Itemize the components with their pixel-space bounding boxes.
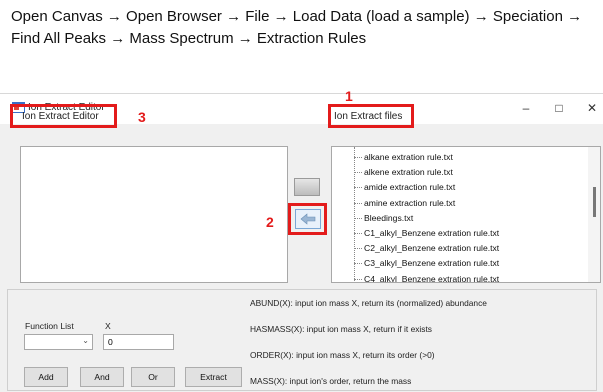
extract-button[interactable]: Extract — [185, 367, 242, 387]
ion-extract-files-tree[interactable]: alkane extration rule.txt alkene extratio… — [331, 146, 601, 283]
order-description: ORDER(X): input ion mass X, return its o… — [250, 350, 435, 360]
annotation-box-3 — [10, 104, 117, 128]
files-scrollbar-thumb[interactable] — [593, 187, 596, 217]
file-list-item[interactable]: Bleedings.txt — [332, 211, 587, 226]
minimize-button[interactable]: – — [518, 100, 534, 116]
function-list-select[interactable]: ⌄ — [24, 334, 93, 350]
and-button[interactable]: And — [80, 367, 124, 387]
files-scrollbar[interactable] — [588, 147, 600, 282]
abund-description: ABUND(X): input ion mass X, return its (… — [250, 298, 487, 308]
add-button[interactable]: Add — [24, 367, 68, 387]
chevron-down-icon: ⌄ — [82, 336, 89, 345]
file-list-item[interactable]: amide extraction rule.txt — [332, 180, 587, 195]
x-input[interactable]: 0 — [103, 334, 174, 350]
file-list-item[interactable]: amine extraction rule.txt — [332, 196, 587, 211]
file-list: alkane extration rule.txt alkene extratio… — [332, 150, 587, 282]
annotation-number-2: 2 — [266, 214, 274, 230]
file-list-item[interactable]: alkane extration rule.txt — [332, 150, 587, 165]
arrow-left-icon — [300, 213, 316, 225]
file-list-item[interactable]: C3_alkyl_Benzene extration rule.txt — [332, 256, 587, 271]
instruction-text: Open Canvas → Open Browser → File → Load… — [11, 8, 583, 47]
close-button[interactable]: ✕ — [584, 100, 600, 116]
hasmass-description: HASMASS(X): input ion mass X, return if … — [250, 324, 432, 334]
x-label: X — [105, 321, 111, 331]
file-list-item[interactable]: C1_alkyl_Benzene extration rule.txt — [332, 226, 587, 241]
function-list-label: Function List — [25, 321, 74, 331]
file-list-item[interactable]: alkene extration rule.txt — [332, 165, 587, 180]
file-list-item[interactable]: C2_alkyl_Benzene extration rule.txt — [332, 241, 587, 256]
annotation-number-3: 3 — [138, 109, 146, 125]
ion-extract-editor-window: Ion Extract Editor – □ ✕ Ion Extract Edi… — [0, 88, 603, 392]
or-button[interactable]: Or — [131, 367, 175, 387]
move-right-button[interactable] — [294, 178, 320, 196]
maximize-button[interactable]: □ — [551, 100, 567, 116]
ion-extract-editor-textbox[interactable] — [20, 146, 288, 283]
annotation-number-1: 1 — [345, 88, 353, 104]
load-file-button[interactable] — [295, 209, 321, 229]
file-list-item[interactable]: C4_alkyl_Benzene extration rule.txt — [332, 272, 587, 282]
mass-description: MASS(X): input ion's order, return the m… — [250, 376, 412, 386]
annotation-box-1 — [328, 104, 414, 128]
